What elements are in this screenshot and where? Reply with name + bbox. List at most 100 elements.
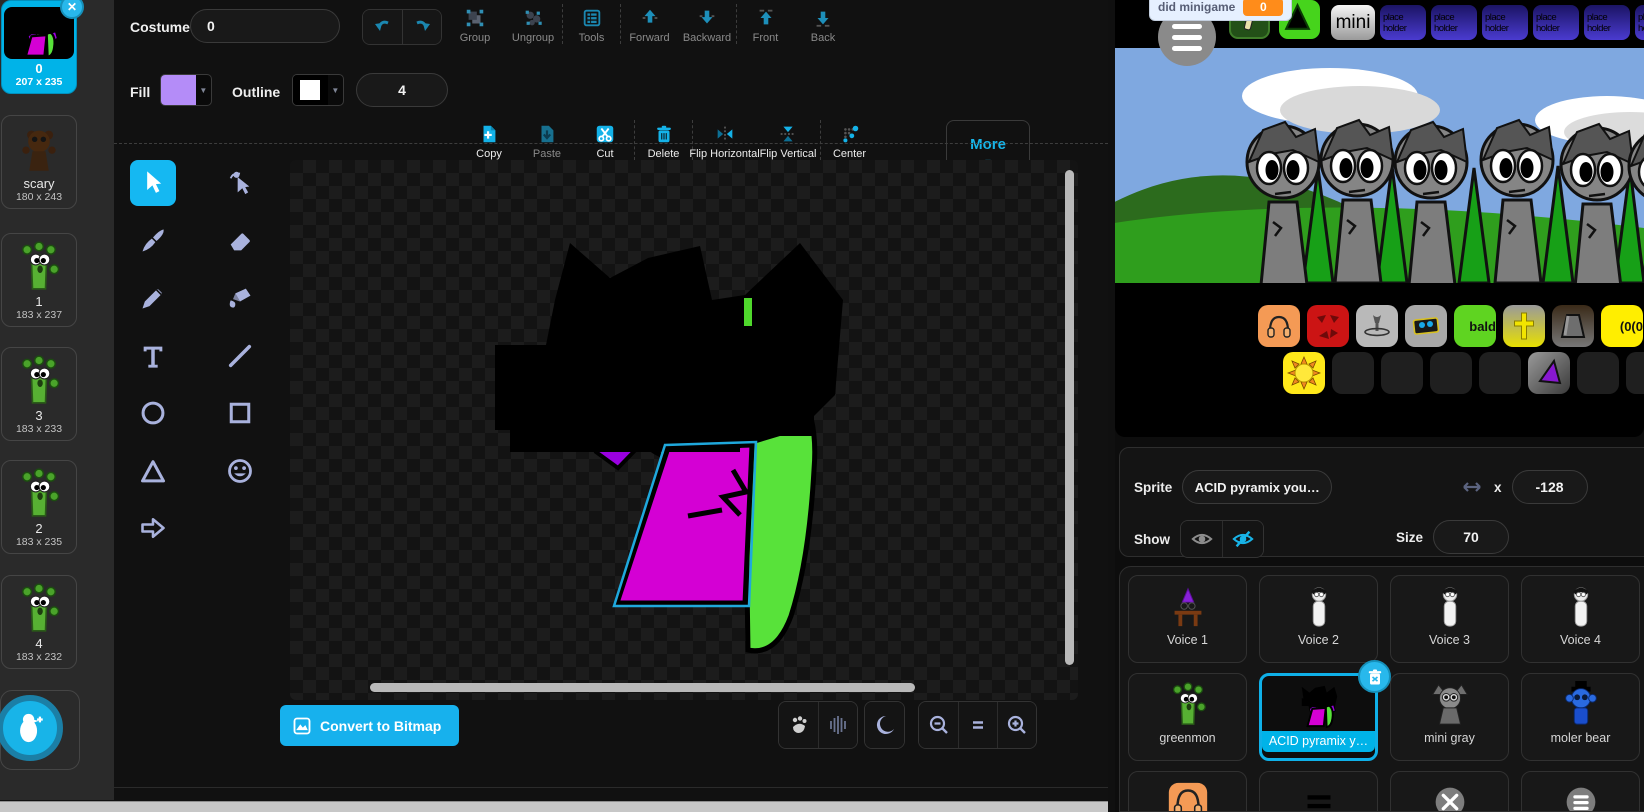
- sprite-icon-glyph: [1336, 356, 1370, 390]
- sprite-icon-button[interactable]: [1577, 352, 1619, 394]
- costume-card[interactable]: 1 183 x 237: [1, 233, 77, 327]
- toolbar-button[interactable]: Center: [820, 120, 878, 160]
- sprite-icon-button[interactable]: [1307, 305, 1349, 347]
- sprite-card-label: mini gray: [1424, 731, 1475, 745]
- toolbar-button[interactable]: Copy: [460, 120, 518, 160]
- costume-card[interactable]: 0 207 x 235 ✕: [1, 0, 84, 94]
- x-position-input[interactable]: -128: [1511, 470, 1588, 504]
- sprite-card[interactable]: mini gray: [1390, 673, 1509, 761]
- sprite-name-input[interactable]: ACID pyramix you…: [1182, 470, 1333, 504]
- toolbar-button[interactable]: Flip Vertical: [756, 120, 820, 160]
- sprite-card[interactable]: [1390, 771, 1509, 811]
- toolbar-button[interactable]: Back: [794, 4, 852, 44]
- undo-button[interactable]: [363, 10, 402, 44]
- sprite-card[interactable]: Voice 4: [1521, 575, 1640, 663]
- sprite-icon-button[interactable]: [1430, 352, 1472, 394]
- sprite-icon-button[interactable]: [1503, 305, 1545, 347]
- paint-canvas[interactable]: [290, 160, 1078, 700]
- sprite-icon-button[interactable]: [1258, 305, 1300, 347]
- sprite-icon-button[interactable]: [1479, 352, 1521, 394]
- convert-to-bitmap-button[interactable]: Convert to Bitmap: [280, 705, 460, 746]
- stage-chip-button[interactable]: place holder: [1635, 5, 1644, 40]
- toolbar-button[interactable]: Forward: [620, 4, 678, 44]
- costume-name-input[interactable]: 0: [190, 9, 340, 43]
- tool-button-line[interactable]: [217, 333, 263, 379]
- hide-sprite-button[interactable]: [1222, 521, 1263, 557]
- stage-scene[interactable]: [1115, 48, 1644, 283]
- costume-card[interactable]: scary 180 x 243: [1, 115, 77, 209]
- sprite-icon-button[interactable]: bald: [1454, 305, 1496, 347]
- size-input[interactable]: 70: [1433, 520, 1510, 554]
- add-costume-button[interactable]: [0, 695, 63, 761]
- toolbar-button-icon: [812, 7, 834, 29]
- costume-card[interactable]: 2 183 x 235: [1, 460, 77, 554]
- zoom-out-button[interactable]: [919, 702, 958, 748]
- sprite-icon-button[interactable]: [1405, 305, 1447, 347]
- sprite-card-label: Voice 3: [1428, 633, 1470, 647]
- sprite-icon-button[interactable]: [1332, 352, 1374, 394]
- stage-chip-button[interactable]: place holder: [1482, 5, 1528, 40]
- toolbar-button[interactable]: Flip Horizontal: [689, 120, 760, 160]
- sprite-card[interactable]: ACID pyramix y…: [1259, 660, 1391, 761]
- zoom-reset-button[interactable]: [958, 702, 997, 748]
- sprite-card[interactable]: [1521, 771, 1640, 811]
- sprite-card[interactable]: Voice 3: [1390, 575, 1509, 663]
- tool-button-reshape[interactable]: [217, 160, 263, 206]
- tool-button-pen[interactable]: [130, 275, 176, 321]
- redo-button[interactable]: [402, 10, 441, 44]
- sprite-icon-button[interactable]: (0(0: [1601, 305, 1643, 347]
- wave-tool-button[interactable]: [818, 702, 857, 748]
- stage-chip-button[interactable]: place holder: [1533, 5, 1579, 40]
- tool-button-rectangle[interactable]: [217, 390, 263, 436]
- toolbar-button-label: Paste: [532, 148, 562, 160]
- show-sprite-button[interactable]: [1181, 521, 1222, 557]
- stage-chip-button[interactable]: place holder: [1431, 5, 1477, 40]
- toolbar-button[interactable]: Paste: [518, 120, 576, 160]
- tool-button-face[interactable]: [217, 448, 263, 494]
- sprite-card[interactable]: [1259, 771, 1378, 811]
- sprite-icon-button[interactable]: [1528, 352, 1570, 394]
- sprite-card[interactable]: [1128, 771, 1247, 811]
- delete-sprite-button[interactable]: [1358, 660, 1391, 693]
- tool-button-select[interactable]: [130, 160, 176, 206]
- tool-button-text[interactable]: [130, 333, 176, 379]
- toolbar-button[interactable]: Delete: [634, 120, 692, 160]
- tool-button-fill[interactable]: [217, 275, 263, 321]
- delete-costume-button[interactable]: ✕: [60, 0, 84, 19]
- toolbar-button[interactable]: Backward: [678, 4, 736, 44]
- canvas-horizontal-scrollbar[interactable]: [370, 683, 915, 692]
- stage-chip-button[interactable]: place holder: [1380, 5, 1426, 40]
- sprite-card[interactable]: Voice 2: [1259, 575, 1378, 663]
- toolbar-button[interactable]: Group: [446, 4, 504, 44]
- tool-button-oval[interactable]: [130, 390, 176, 436]
- sprite-card[interactable]: greenmon: [1128, 673, 1247, 761]
- sprite-card-label: moler bear: [1550, 731, 1611, 745]
- sprite-icon-button[interactable]: [1356, 305, 1398, 347]
- fill-color-picker[interactable]: ▼: [160, 74, 212, 106]
- toolbar-button[interactable]: Front: [736, 4, 794, 44]
- toolbar-button[interactable]: Cut: [576, 120, 634, 160]
- sprite-card[interactable]: Voice 1: [1128, 575, 1247, 663]
- toolbar-button[interactable]: Tools: [562, 4, 620, 44]
- zoom-in-button[interactable]: [997, 702, 1036, 748]
- toolbar-button[interactable]: Ungroup: [504, 4, 562, 44]
- sprite-card[interactable]: moler bear: [1521, 673, 1640, 761]
- stage-chip-button[interactable]: place holder: [1584, 5, 1630, 40]
- sprite-icon-button[interactable]: [1626, 352, 1644, 394]
- outline-color-picker[interactable]: ▼: [292, 74, 344, 106]
- paw-tool-button[interactable]: [779, 702, 818, 748]
- costume-card[interactable]: 3 183 x 233: [1, 347, 77, 441]
- canvas-vertical-scrollbar[interactable]: [1065, 170, 1074, 665]
- costume-card[interactable]: 4 183 x 232: [1, 575, 77, 669]
- tool-button-brush[interactable]: [130, 218, 176, 264]
- sprite-icon-button[interactable]: [1283, 352, 1325, 394]
- tool-button-arrow[interactable]: [130, 505, 176, 551]
- variable-monitor[interactable]: did minigame 0: [1149, 0, 1293, 21]
- sprite-icon-button[interactable]: [1381, 352, 1423, 394]
- dark-mode-button[interactable]: [865, 702, 904, 748]
- stroke-width-input[interactable]: 4: [356, 73, 448, 107]
- stage-chip-button[interactable]: mini: [1331, 5, 1375, 40]
- tool-button-eraser[interactable]: [217, 218, 263, 264]
- sprite-icon-button[interactable]: [1552, 305, 1594, 347]
- tool-button-triangle[interactable]: [130, 448, 176, 494]
